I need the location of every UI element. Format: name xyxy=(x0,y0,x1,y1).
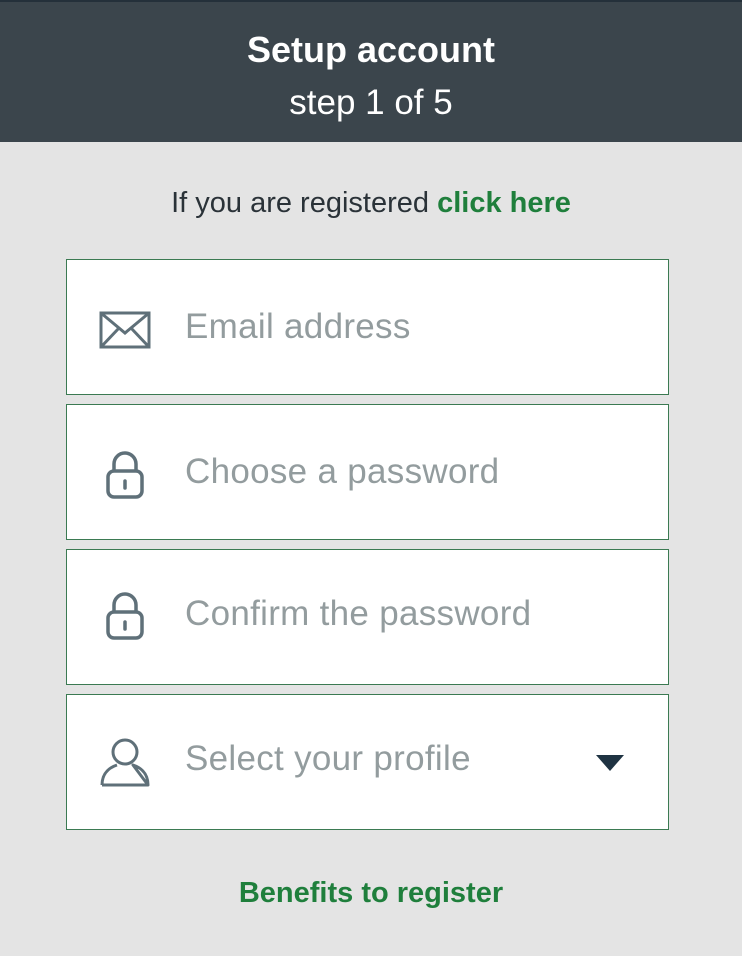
password-placeholder: Choose a password xyxy=(185,452,500,491)
login-prompt: If you are registered click here xyxy=(0,183,742,223)
benefits-link[interactable]: Benefits to register xyxy=(0,873,742,913)
login-prompt-text: If you are registered xyxy=(171,187,438,219)
profile-placeholder: Select your profile xyxy=(185,739,471,778)
email-field[interactable]: Email address xyxy=(66,259,669,395)
lock-icon xyxy=(97,449,153,501)
lock-icon xyxy=(97,590,153,642)
login-link[interactable]: click here xyxy=(437,187,571,219)
password-field[interactable]: Choose a password xyxy=(66,404,669,540)
page-header: Setup account step 1 of 5 xyxy=(0,0,742,142)
profile-select[interactable]: Select your profile xyxy=(66,694,669,830)
confirm-password-placeholder: Confirm the password xyxy=(185,594,532,633)
email-placeholder: Email address xyxy=(185,307,411,346)
user-icon xyxy=(97,737,153,789)
page-title: Setup account xyxy=(246,29,496,70)
envelope-icon xyxy=(97,304,153,356)
step-indicator: step 1 of 5 xyxy=(289,83,453,122)
caret-down-icon[interactable] xyxy=(596,753,624,773)
confirm-password-field[interactable]: Confirm the password xyxy=(66,549,669,685)
